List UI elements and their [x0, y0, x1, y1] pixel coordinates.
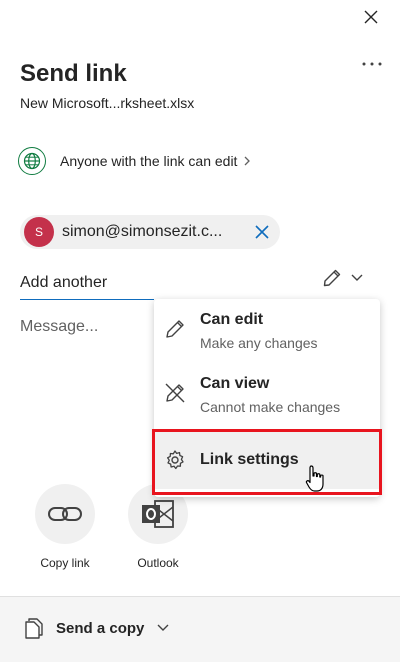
menu-item-subtitle: Cannot make changes [200, 399, 341, 415]
menu-item-can-edit[interactable]: Can edit Make any changes [154, 305, 380, 361]
close-button[interactable] [358, 4, 384, 30]
menu-item-title: Can edit [200, 311, 264, 328]
pencil-icon [323, 269, 341, 287]
document-copy-icon [25, 618, 43, 639]
chevron-right-icon [243, 155, 251, 167]
outlook-label: Outlook [137, 556, 179, 570]
ellipsis-icon [362, 62, 382, 66]
send-copy-button[interactable]: Send a copy [24, 615, 170, 641]
menu-item-title: Link settings [200, 451, 299, 468]
message-field[interactable] [20, 318, 150, 352]
close-icon [255, 225, 269, 239]
close-icon [364, 10, 378, 24]
pencil-off-icon [163, 381, 187, 405]
dialog-title: Send link [20, 60, 127, 87]
recipient-chip: S simon@simonsezit.c... [20, 215, 280, 249]
link-permission-label: Anyone with the link can edit [60, 153, 238, 169]
copy-link-label: Copy link [40, 556, 90, 570]
menu-item-subtitle: Make any changes [200, 335, 318, 351]
link-permission-button[interactable]: Anyone with the link can edit [18, 146, 251, 176]
chevron-down-icon [156, 623, 170, 633]
menu-item-can-view[interactable]: Can view Cannot make changes [154, 369, 380, 425]
send-copy-label: Send a copy [56, 619, 145, 637]
remove-recipient-button[interactable] [252, 222, 272, 242]
permission-menu: Can edit Make any changes Can view Canno… [154, 299, 380, 497]
add-recipient-input[interactable] [20, 266, 154, 300]
recipient-email: simon@simonsezit.c... [62, 223, 223, 240]
permission-dropdown-button[interactable] [322, 266, 374, 290]
menu-item-title: Can view [200, 375, 270, 392]
pencil-icon [163, 317, 187, 341]
copy-link-button[interactable]: Copy link [25, 484, 105, 570]
gear-icon [163, 448, 187, 472]
globe-icon [18, 147, 46, 175]
file-name: New Microsoft...rksheet.xlsx [20, 95, 195, 111]
menu-item-link-settings[interactable]: Link settings [154, 431, 380, 489]
footer-bar: Send a copy [0, 596, 400, 662]
chevron-down-icon [351, 274, 363, 281]
link-icon [35, 484, 95, 544]
more-options-button[interactable] [358, 52, 386, 76]
avatar: S [24, 217, 54, 247]
